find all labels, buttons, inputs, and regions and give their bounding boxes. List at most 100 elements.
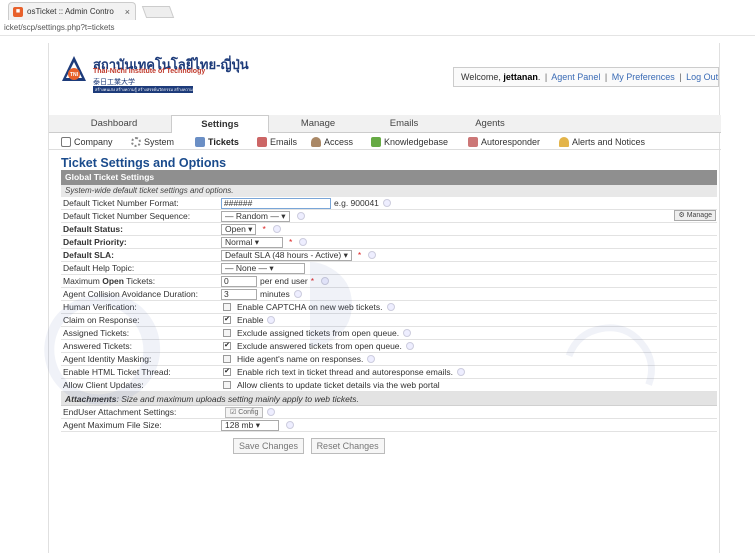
help-icon[interactable] [267,408,276,416]
help-icon[interactable] [299,238,308,246]
number-format-input[interactable]: ###### [221,197,331,209]
checkbox-label: Hide agent's name on responses. [237,354,364,364]
help-icon[interactable] [296,212,305,220]
nav-settings[interactable]: Settings [171,115,269,133]
default-status-select[interactable]: Open ▾ [221,223,257,235]
html-thread-checkbox[interactable]: ✔ [223,368,231,376]
logo-english-name: Thai-Nichi Institute of Technology [93,68,206,75]
subnav-tickets-label: Tickets [208,137,239,147]
help-icon[interactable] [367,355,376,363]
manage-sequences-button[interactable]: ⚙ Manage [674,210,716,221]
masking-checkbox[interactable] [223,355,231,363]
mail-icon [257,137,267,147]
reset-changes-button[interactable]: Reset Changes [310,438,385,454]
nav-agents[interactable]: Agents [445,115,535,133]
field-label: Assigned Tickets: [63,328,130,338]
user-icon [311,137,321,147]
form-actions: Save Changes Reset Changes [61,438,717,468]
help-icon[interactable] [382,199,391,207]
checkbox-label: Exclude assigned tickets from open queue… [237,328,400,338]
checkbox-label: Enable [237,315,264,325]
field-label: Human Verification: [63,302,137,312]
new-tab-button[interactable] [141,6,175,18]
number-format-example: e.g. 900041 [334,198,379,208]
browser-tab[interactable]: ■ osTicket :: Admin Contro × [8,2,136,20]
subnav-system[interactable]: System [131,135,174,149]
help-icon[interactable] [403,329,412,337]
settings-subnav: Company System Tickets Emails Access Kno… [49,134,721,150]
help-icon[interactable] [286,421,294,429]
subnav-emails-label: Emails [270,137,298,147]
institute-logo[interactable]: TNI สถาบันเทคโนโลยีไทย-ญี่ปุ่น Thai-Nich… [61,51,251,95]
required-mark: * [289,237,293,247]
section-header: Global Ticket Settings [61,170,717,185]
field-row-answered: Answered Tickets: ✔ Exclude answered tic… [61,340,717,353]
checkbox-label: Allow clients to update ticket details v… [237,380,440,390]
required-mark: * [310,276,315,286]
help-icon[interactable] [272,225,281,233]
subnav-autoresponder[interactable]: Autoresponder [468,135,540,149]
book-icon [371,137,381,147]
client-updates-checkbox[interactable] [223,381,231,389]
help-topic-select[interactable]: — None — ▾ [221,262,305,274]
field-row-claim: Claim on Response: ✔ Enable [61,314,717,327]
help-icon[interactable] [368,251,377,259]
subnav-company[interactable]: Company [61,135,113,149]
field-row-html-thread: Enable HTML Ticket Thread: ✔ Enable rich… [61,366,717,379]
field-row-help-topic: Default Help Topic: — None — ▾ [61,262,717,275]
field-row-human-verification: Human Verification: Enable CAPTCHA on ne… [61,301,717,314]
agent-panel-link[interactable]: Agent Panel [551,72,600,82]
subnav-knowledgebase[interactable]: Knowledgebase [371,135,448,149]
help-icon[interactable] [456,368,465,376]
default-sla-select[interactable]: Default SLA (48 hours - Active) ▾ [221,249,352,261]
required-mark: * [262,224,266,234]
field-label: Default Ticket Number Sequence: [63,211,191,221]
max-file-size-select[interactable]: 128 mb ▾ [221,419,279,431]
answered-checkbox[interactable]: ✔ [223,342,231,350]
field-label: Default Priority: [63,237,127,247]
help-icon[interactable] [267,316,276,324]
help-icon[interactable] [293,290,302,298]
captcha-checkbox[interactable] [223,303,231,311]
close-tab-icon[interactable]: × [125,7,130,17]
nav-emails[interactable]: Emails [359,115,449,133]
subnav-access[interactable]: Access [311,135,353,149]
field-label: Enable HTML Ticket Thread: [63,367,171,377]
subnav-emails[interactable]: Emails [257,135,297,149]
separator: | [604,72,608,82]
checkbox-label: Enable CAPTCHA on new web tickets. [237,302,383,312]
config-button[interactable]: ☑ Config [225,406,264,418]
subnav-tickets[interactable]: Tickets [195,135,239,149]
select-value: Default SLA (48 hours - Active) [225,249,342,260]
field-label: Agent Collision Avoidance Duration: [63,289,198,299]
help-icon[interactable] [386,303,395,311]
browser-tab-title: osTicket :: Admin Contro [27,7,114,16]
main-nav: Dashboard Settings Manage Emails Agents [49,115,721,133]
nav-manage[interactable]: Manage [273,115,363,133]
number-sequence-select[interactable]: — Random — ▾ [221,210,290,222]
default-priority-select[interactable]: Normal ▾ [221,236,283,248]
username: jettanan [503,72,538,82]
select-value: 128 mb [225,419,254,430]
max-open-input[interactable]: 0 [221,275,257,287]
address-bar[interactable]: icket/scp/settings.php?t=tickets [0,20,755,36]
collision-duration-input[interactable]: 3 [221,288,257,300]
save-changes-button[interactable]: Save Changes [233,438,305,454]
assigned-checkbox[interactable] [223,329,231,337]
max-open-unit: per end user [260,276,308,286]
nav-dashboard[interactable]: Dashboard [69,115,159,133]
separator: | [679,72,682,82]
claim-checkbox[interactable]: ✔ [223,316,231,324]
help-icon[interactable] [321,277,330,285]
field-row-masking: Agent Identity Masking: Hide agent's nam… [61,353,717,366]
logout-link[interactable]: Log Out [686,72,718,82]
help-icon[interactable] [405,342,414,350]
subnav-alerts[interactable]: Alerts and Notices [559,135,645,149]
bell-icon [559,137,569,147]
browser-tab-strip: ■ osTicket :: Admin Contro × [0,0,755,20]
welcome-bar: Welcome, jettanan. | Agent Panel | My Pr… [453,67,719,87]
field-label: Default SLA: [63,250,114,260]
my-preferences-link[interactable]: My Preferences [612,72,675,82]
field-label: Default Ticket Number Format: [63,198,179,208]
welcome-prefix: Welcome, [461,72,501,82]
